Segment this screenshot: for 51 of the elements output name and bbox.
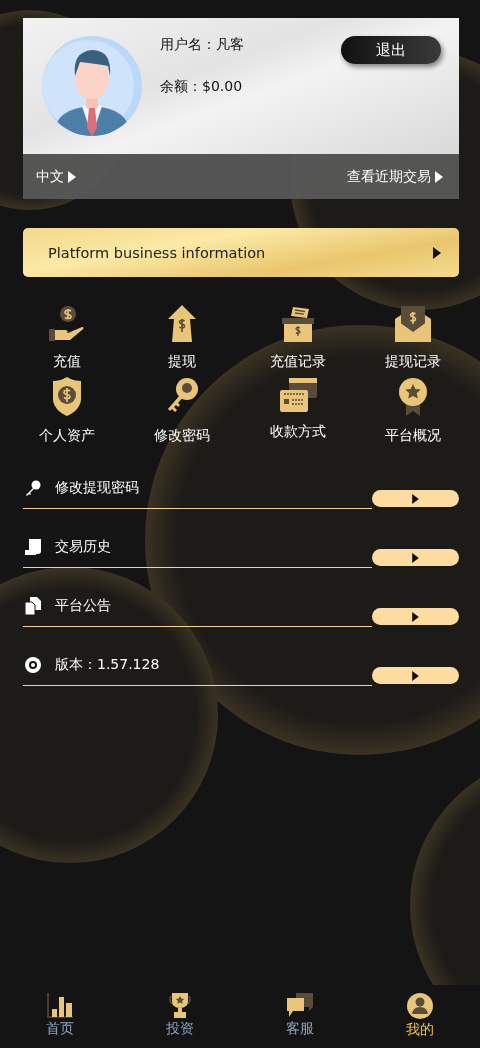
user-icon <box>407 993 433 1019</box>
arrow-button[interactable] <box>372 667 459 684</box>
menu-item[interactable]: 修改提现密码 <box>23 467 372 509</box>
nav-tab[interactable]: 我的 <box>360 985 480 1048</box>
shortcut-label[interactable]: 充值 <box>52 353 81 371</box>
hand-coin-icon <box>47 305 86 343</box>
shortcut-label[interactable]: 平台概况 <box>385 427 442 445</box>
arrow-button[interactable] <box>372 549 459 566</box>
arrow-button[interactable] <box>372 608 459 625</box>
business-info-banner[interactable]: Platform business information <box>23 228 459 277</box>
menu-item[interactable]: 交易历史 <box>23 526 372 568</box>
menu-label: 修改提现密码 <box>55 478 139 497</box>
ballot-box-icon <box>280 305 315 343</box>
shortcut-label[interactable]: 充值记录 <box>269 353 326 371</box>
caret-icon <box>412 493 419 504</box>
trophy-icon <box>168 993 192 1018</box>
caret-icon <box>412 670 419 681</box>
chat-icon <box>287 993 313 1018</box>
caret-icon <box>68 170 76 183</box>
nav-tab[interactable]: 首页 <box>0 985 120 1048</box>
logout-button[interactable]: 退出 <box>341 36 441 64</box>
disc-icon <box>25 656 41 673</box>
menu-label: 交易历史 <box>55 537 111 556</box>
shortcut-label[interactable]: 个人资产 <box>38 427 95 445</box>
balance-text: 余额：$0.00 <box>160 78 244 96</box>
shortcut-label[interactable]: 提现 <box>168 353 197 371</box>
caret-icon <box>412 552 419 563</box>
shield-dollar-icon <box>51 377 82 417</box>
caret-icon <box>433 246 441 259</box>
files-icon <box>25 596 41 615</box>
menu-label: 版本：1.57.128 <box>55 655 160 674</box>
document-icon <box>25 538 41 555</box>
menu-label: 平台公告 <box>55 596 111 615</box>
caret-icon <box>435 170 443 183</box>
caret-icon <box>412 611 419 622</box>
arrow-button[interactable] <box>372 490 459 507</box>
key-icon <box>25 479 41 496</box>
bar-chart-icon <box>47 993 73 1018</box>
shortcut-label[interactable]: 收款方式 <box>269 423 326 441</box>
menu-item[interactable]: 版本：1.57.128 <box>23 644 372 686</box>
language-link[interactable]: 中文 <box>36 167 76 186</box>
nav-tab[interactable]: 投资 <box>120 985 240 1048</box>
menu-item[interactable]: 平台公告 <box>23 585 372 627</box>
cards-icon <box>278 377 317 413</box>
shortcut-label[interactable]: 修改密码 <box>154 427 211 445</box>
recent-transactions-link[interactable]: 查看近期交易 <box>347 167 443 186</box>
nav-tab[interactable]: 客服 <box>240 985 360 1048</box>
username-text: 用户名：凡客 <box>160 36 244 54</box>
medal-icon <box>398 377 429 417</box>
arrow-up-dollar-icon <box>166 305 199 343</box>
shortcut-label[interactable]: 提现记录 <box>385 353 442 371</box>
